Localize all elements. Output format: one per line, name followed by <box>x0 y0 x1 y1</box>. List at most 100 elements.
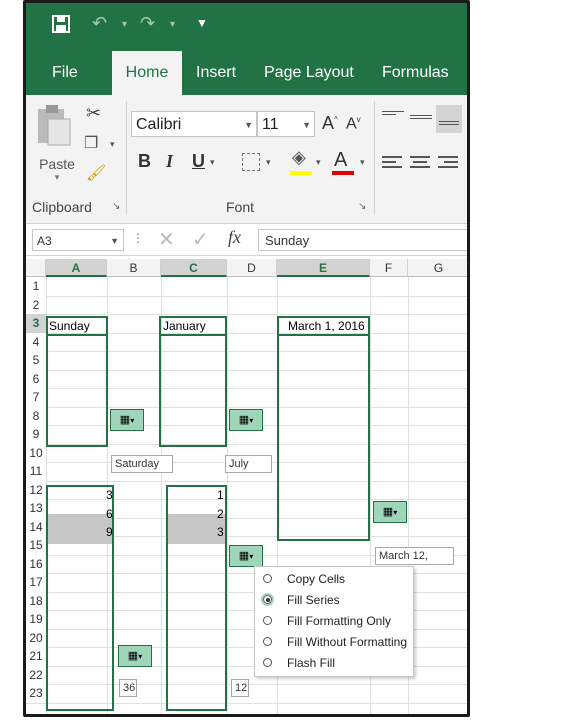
save-icon[interactable] <box>52 15 70 38</box>
row-header-18[interactable]: 18 <box>26 591 46 610</box>
fill-color-dropdown-icon[interactable]: ▾ <box>316 157 321 168</box>
row-header-1[interactable]: 1 <box>26 277 46 296</box>
row-header-16[interactable]: 16 <box>26 554 46 573</box>
formula-input[interactable]: Sunday <box>258 229 467 251</box>
font-name-box[interactable]: Calibri ▼ <box>131 111 257 137</box>
row-header-12[interactable]: 12 <box>26 480 46 499</box>
cut-icon[interactable]: ✂ <box>86 103 101 124</box>
radio-copy-cells[interactable] <box>263 574 272 583</box>
menu-item-copy-cells[interactable]: Copy Cells <box>255 569 413 590</box>
row-header-2[interactable]: 2 <box>26 295 46 314</box>
selection-A3 <box>46 316 108 336</box>
paste-button[interactable]: Paste ▾ <box>34 101 80 182</box>
insert-function-icon[interactable]: fx <box>228 227 241 248</box>
radio-flash-fill[interactable] <box>263 658 272 667</box>
align-left-icon[interactable] <box>382 153 402 171</box>
customize-qat-icon[interactable]: ▼ <box>196 16 208 30</box>
fill-range-C12 <box>166 485 227 711</box>
row-header-10[interactable]: 10 <box>26 443 46 462</box>
column-header-G[interactable]: G <box>408 259 467 277</box>
tab-home[interactable]: Home <box>112 51 182 95</box>
underline-dropdown-icon[interactable]: ▾ <box>210 157 215 168</box>
autofill-options-button-C12[interactable]: ▦▾ <box>229 545 263 567</box>
tab-page-layout[interactable]: Page Layout <box>264 51 364 95</box>
autofill-options-menu: Copy Cells Fill Series Fill Formatting O… <box>254 566 414 677</box>
column-header-A[interactable]: A <box>46 259 107 277</box>
undo-icon[interactable]: ↶ <box>92 13 107 34</box>
bold-button[interactable]: B <box>138 151 151 172</box>
menu-item-fill-without-formatting[interactable]: Fill Without Formatting <box>255 632 413 653</box>
row-header-13[interactable]: 13 <box>26 499 46 518</box>
radio-fill-formatting-only[interactable] <box>263 616 272 625</box>
row-header-17[interactable]: 17 <box>26 573 46 592</box>
row-header-8[interactable]: 8 <box>26 406 46 425</box>
ribbon-separator <box>374 101 375 215</box>
menu-item-fill-formatting-only[interactable]: Fill Formatting Only <box>255 611 413 632</box>
worksheet-grid[interactable]: A B C D E F G 1 2 3 4 5 6 7 8 9 10 11 12 13 14 15 16 17 1… <box>26 259 467 714</box>
paste-icon <box>38 105 71 146</box>
align-center-icon[interactable] <box>410 153 430 171</box>
font-color-dropdown-icon[interactable]: ▾ <box>360 157 365 168</box>
autofill-options-button-A12[interactable]: ▦▾ <box>118 645 152 667</box>
increase-font-icon[interactable]: A^ <box>322 113 338 134</box>
row-header-19[interactable]: 19 <box>26 610 46 629</box>
clipboard-group-label: Clipboard <box>32 199 92 215</box>
italic-button[interactable]: I <box>166 151 173 172</box>
row-header-23[interactable]: 23 <box>26 684 46 703</box>
column-header-E[interactable]: E <box>277 259 370 277</box>
column-header-C[interactable]: C <box>161 259 227 277</box>
align-top-icon[interactable] <box>382 109 404 117</box>
clipboard-launcher-icon[interactable]: ↘ <box>112 201 120 212</box>
row-header-15[interactable]: 15 <box>26 536 46 555</box>
redo-dropdown-icon[interactable]: ▾ <box>170 19 175 30</box>
tab-formulas[interactable]: Formulas <box>382 51 462 95</box>
redo-icon[interactable]: ↷ <box>140 13 155 34</box>
align-middle-icon[interactable] <box>410 113 432 121</box>
row-header-21[interactable]: 21 <box>26 647 46 666</box>
row-header-3[interactable]: 3 <box>26 314 46 333</box>
row-header-5[interactable]: 5 <box>26 351 46 370</box>
cancel-icon[interactable]: ✕ <box>158 227 175 252</box>
radio-fill-without-formatting[interactable] <box>263 637 272 646</box>
format-painter-icon[interactable]: 🖌 <box>86 163 106 183</box>
borders-icon[interactable] <box>242 153 260 171</box>
menu-item-fill-series[interactable]: Fill Series <box>255 590 413 611</box>
undo-dropdown-icon[interactable]: ▾ <box>122 19 127 30</box>
row-header-7[interactable]: 7 <box>26 388 46 407</box>
decrease-font-icon[interactable]: Av <box>346 115 361 133</box>
tab-file[interactable]: File <box>52 51 92 95</box>
copy-dropdown-icon[interactable]: ▾ <box>110 139 115 150</box>
fill-color-icon[interactable]: ◈ <box>292 147 306 168</box>
radio-fill-series[interactable] <box>261 593 274 606</box>
name-box[interactable]: A3 ▼ <box>32 229 124 251</box>
underline-button[interactable]: U <box>192 151 205 172</box>
font-color-icon[interactable]: A <box>334 149 347 172</box>
row-header-9[interactable]: 9 <box>26 425 46 444</box>
autofill-options-button-E[interactable]: ▦▾ <box>373 501 407 523</box>
font-size-box[interactable]: 11 ▼ <box>257 111 315 137</box>
row-header-20[interactable]: 20 <box>26 628 46 647</box>
column-header-D[interactable]: D <box>227 259 277 277</box>
copy-icon[interactable]: ❐ <box>84 133 98 153</box>
row-header-14[interactable]: 14 <box>26 517 46 536</box>
row-header-11[interactable]: 11 <box>26 462 46 481</box>
formula-bar: A3 ▼ ⋮ ✕ ✓ fx Sunday <box>26 225 467 256</box>
select-all-corner[interactable] <box>26 259 46 277</box>
font-launcher-icon[interactable]: ↘ <box>358 201 366 212</box>
align-right-icon[interactable] <box>438 153 458 171</box>
column-header-B[interactable]: B <box>107 259 161 277</box>
tab-insert[interactable]: Insert <box>196 51 256 95</box>
enter-icon[interactable]: ✓ <box>192 227 209 252</box>
autofill-options-button-C[interactable]: ▦▾ <box>229 409 263 431</box>
autofill-options-button-A[interactable]: ▦▾ <box>110 409 144 431</box>
align-bottom-icon[interactable] <box>436 105 462 133</box>
row-header-22[interactable]: 22 <box>26 665 46 684</box>
row-header-4[interactable]: 4 <box>26 332 46 351</box>
column-header-F[interactable]: F <box>370 259 408 277</box>
quick-access-toolbar: ↶ ▾ ↷ ▾ ▼ <box>26 3 467 51</box>
row-header-6[interactable]: 6 <box>26 369 46 388</box>
ribbon-separator <box>126 101 127 215</box>
menu-item-flash-fill[interactable]: Flash Fill <box>255 653 413 674</box>
borders-dropdown-icon[interactable]: ▾ <box>266 157 271 168</box>
formula-bar-options-icon[interactable]: ⋮ <box>132 231 144 245</box>
